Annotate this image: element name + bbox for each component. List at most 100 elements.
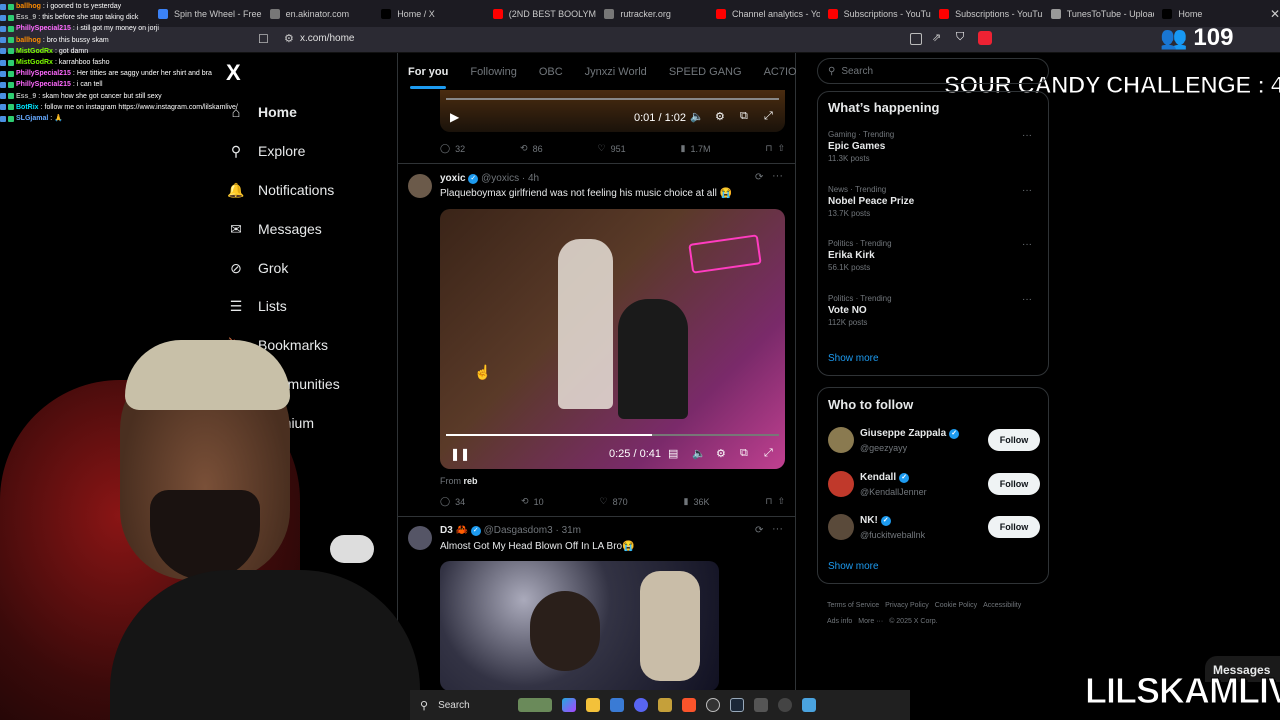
- nav-item-home[interactable]: ⌂ Home: [228, 101, 297, 123]
- file-explorer-icon[interactable]: [586, 698, 601, 712]
- share-icon[interactable]: ⇧: [777, 496, 785, 507]
- store-icon[interactable]: [610, 698, 625, 712]
- search-icon[interactable]: ⚲: [420, 699, 428, 712]
- user-name[interactable]: Giuseppe Zappala: [860, 428, 946, 439]
- fullscreen-icon[interactable]: ⤢: [764, 110, 773, 123]
- show-more-link[interactable]: Show more: [828, 561, 879, 572]
- chat-username[interactable]: ballhog: [16, 2, 41, 11]
- footer-link[interactable]: Ads info: [827, 614, 852, 630]
- user-handle[interactable]: @geezyayy: [860, 443, 907, 453]
- settings-icon[interactable]: ⚙: [716, 447, 726, 460]
- browser-tab[interactable]: en.akinator.com: [262, 0, 374, 27]
- widgets-icon[interactable]: [518, 698, 553, 712]
- search-box[interactable]: ⚲ Search: [817, 58, 1049, 84]
- notepad-icon[interactable]: [802, 698, 817, 712]
- bookmark-star-icon[interactable]: ☐: [258, 32, 269, 46]
- address-bar-url[interactable]: x.com/home: [300, 33, 354, 44]
- chat-username[interactable]: Ess_9: [16, 92, 36, 101]
- browser-tab[interactable]: Home / X: [373, 0, 485, 27]
- tab-obc[interactable]: OBC: [539, 58, 563, 90]
- more-icon[interactable]: ···: [772, 170, 783, 182]
- fullscreen-icon[interactable]: ⤢: [764, 447, 773, 460]
- post-image[interactable]: [440, 561, 719, 691]
- follow-button[interactable]: Follow: [988, 472, 1040, 495]
- pip-icon[interactable]: ⧉: [740, 447, 748, 460]
- chat-username[interactable]: PhillySpecial215: [16, 69, 71, 78]
- author-name[interactable]: D3 🦀: [440, 525, 468, 536]
- site-info-icon[interactable]: ⚙: [284, 32, 294, 45]
- reply-button[interactable]: ◯ 32: [440, 143, 465, 154]
- footer-link[interactable]: Terms of Service: [827, 598, 879, 614]
- chat-username[interactable]: MistGodRx: [16, 58, 53, 67]
- follow-button[interactable]: Follow: [988, 516, 1040, 538]
- views-button[interactable]: ▮ 36K: [684, 496, 710, 507]
- chat-username[interactable]: SLGjamal: [16, 114, 48, 123]
- author-name[interactable]: yoxic: [440, 173, 466, 184]
- avatar[interactable]: [828, 470, 854, 497]
- post-time[interactable]: 4h: [528, 173, 539, 184]
- volume-icon[interactable]: 🔈: [692, 447, 706, 460]
- user-name[interactable]: NK!: [860, 515, 878, 526]
- nav-item-notifications[interactable]: 🔔 Notifications: [227, 179, 334, 201]
- avatar[interactable]: [828, 427, 854, 453]
- steam-icon[interactable]: [730, 698, 745, 712]
- tab-jynxzi-world[interactable]: Jynxzi World: [585, 58, 647, 90]
- taskbar-search[interactable]: Search: [438, 700, 508, 711]
- nav-item-messages[interactable]: ✉ Messages: [228, 218, 322, 240]
- nav-item-grok[interactable]: ⊘ Grok: [228, 257, 288, 279]
- chat-username[interactable]: PhillySpecial215: [16, 24, 71, 33]
- post-time[interactable]: 31m: [562, 525, 581, 536]
- search-input[interactable]: Search: [841, 66, 873, 77]
- pause-icon[interactable]: ❚❚: [450, 447, 470, 461]
- browser-tab[interactable]: Channel analytics - YouTub: [708, 0, 820, 27]
- more-icon[interactable]: ···: [772, 523, 783, 535]
- grok-icon[interactable]: ⟳: [755, 525, 763, 536]
- author-handle[interactable]: @yoxics: [481, 173, 519, 184]
- browser-tab[interactable]: (2ND BEST BOOLYMON TU: [485, 0, 596, 27]
- browser-tab[interactable]: TunesToTube - Upload File: [1043, 0, 1154, 27]
- more-icon[interactable]: ···: [1022, 239, 1032, 250]
- source-link[interactable]: reb: [464, 476, 478, 486]
- new-tab-icon[interactable]: ✕: [1270, 7, 1280, 21]
- 4k-icon[interactable]: [778, 698, 793, 712]
- follow-suggestion[interactable]: Giuseppe Zappala ✓ @geezyayy Follow: [828, 425, 1040, 459]
- follow-suggestion[interactable]: NK! ✓ @fuckitweballnk Follow: [828, 512, 1040, 546]
- extension-icon[interactable]: [910, 33, 922, 45]
- chat-username[interactable]: PhillySpecial215: [16, 80, 71, 89]
- like-button[interactable]: ♡ 870: [600, 496, 628, 507]
- like-button[interactable]: ♡ 951: [598, 143, 626, 154]
- trend-item[interactable]: Gaming · Trending Epic Games 11.3K posts ··…: [828, 130, 1040, 163]
- tab-ac7ionhou[interactable]: AC7IONHOU: [764, 58, 796, 90]
- avatar[interactable]: [828, 514, 854, 540]
- more-icon[interactable]: ···: [1022, 294, 1032, 305]
- views-button[interactable]: ▮ 1.7M: [681, 143, 711, 154]
- app-icon[interactable]: [658, 698, 673, 712]
- obs-icon[interactable]: [706, 698, 721, 712]
- follow-button[interactable]: Follow: [988, 429, 1040, 451]
- pip-icon[interactable]: ⧉: [740, 110, 748, 123]
- bookmark-button[interactable]: ⊓ ⇧: [765, 496, 785, 507]
- x-logo[interactable]: X: [226, 60, 241, 86]
- chat-username[interactable]: BotRix: [16, 103, 39, 112]
- more-icon[interactable]: ···: [1022, 130, 1032, 141]
- play-icon[interactable]: ▶: [450, 110, 459, 124]
- volume-icon[interactable]: 🔈: [690, 110, 704, 123]
- browser-tab[interactable]: Home: [1154, 0, 1266, 27]
- trend-item[interactable]: Politics · Trending Vote NO 112K posts ···: [828, 294, 1040, 327]
- brave-icon[interactable]: [682, 698, 697, 712]
- repost-button[interactable]: ⟲ 86: [520, 143, 543, 154]
- tab-speed-gang[interactable]: SPEED GANG: [669, 58, 742, 90]
- nav-item-explore[interactable]: ⚲ Explore: [228, 140, 306, 162]
- trend-item[interactable]: News · Trending Nobel Peace Prize 13.7K po…: [828, 185, 1040, 218]
- bookmark-button[interactable]: ⊓ ⇧: [765, 143, 785, 154]
- repost-button[interactable]: ⟲ 10: [521, 496, 544, 507]
- share-icon[interactable]: ⇧: [777, 143, 785, 154]
- nav-item-lists[interactable]: ☰ Lists: [228, 295, 287, 317]
- trend-item[interactable]: Politics · Trending Erika Kirk 56.1K posts…: [828, 239, 1040, 272]
- footer-link[interactable]: © 2025 X Corp.: [889, 614, 937, 630]
- show-more-link[interactable]: Show more: [828, 353, 879, 364]
- avatar[interactable]: [408, 174, 432, 198]
- footer-link[interactable]: Privacy Policy: [885, 598, 929, 614]
- author-handle[interactable]: @Dasgasdom3: [484, 525, 553, 536]
- chat-username[interactable]: Ess_9: [16, 13, 36, 22]
